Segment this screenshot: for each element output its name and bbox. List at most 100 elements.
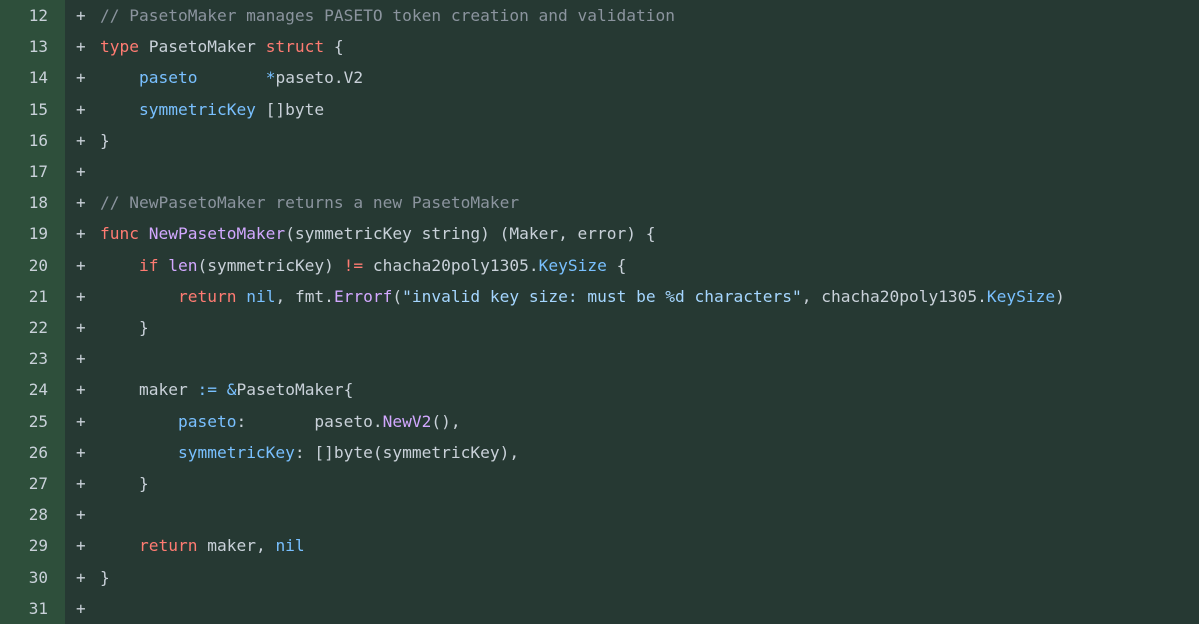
addition-marker: + [76,286,86,306]
code-token: KeySize [538,255,607,275]
diff-line: 15 + symmetricKey []byte [0,94,1199,125]
diff-line: 19 + func NewPasetoMaker(symmetricKey stri… [0,218,1199,249]
code-token: struct [265,37,325,57]
addition-marker: + [76,380,86,400]
code-token: } [100,130,110,150]
diff-line: 22 + } [0,312,1199,343]
code-token: != [343,255,364,275]
line-number: 29 [28,536,48,556]
diff-line: 14 + paseto *paseto.V2 [0,62,1199,93]
diff-line: 23 + [0,343,1199,374]
code-token: type [100,37,139,57]
code-token: * [265,68,276,88]
code-text: } [100,318,149,337]
code-token: & [226,380,237,400]
code-token: ) [1055,286,1065,306]
line-number: 26 [28,442,48,462]
code-token: ( [392,286,403,306]
line-number: 28 [28,505,48,525]
code-token: { [324,37,344,57]
code-token: // NewPasetoMaker returns a new PasetoMa… [100,193,520,213]
addition-marker: + [76,318,86,338]
code-token: PasetoMaker{ [236,380,354,400]
code-token: NewV2 [382,411,432,431]
code-text: paseto: paseto.NewV2(), [100,412,461,431]
code-text: maker := &PasetoMaker{ [100,380,353,399]
code-token: , chacha20poly1305. [801,286,987,306]
addition-marker: + [76,224,86,244]
addition-marker: + [76,536,86,556]
diff-line: 27 + } [0,468,1199,499]
code-text: type PasetoMaker struct { [100,37,344,56]
code-text: symmetricKey []byte [100,100,324,119]
code-token: return [177,286,237,306]
line-number: 19 [28,224,48,244]
line-number: 21 [28,286,48,306]
diff-line: 30 +} [0,562,1199,593]
line-number: 13 [28,37,48,57]
code-token: paseto.V2 [275,68,364,88]
addition-marker: + [76,411,86,431]
diff-line: 21 + return nil, fmt.Errorf("invalid key … [0,281,1199,312]
line-number: 17 [28,162,48,182]
code-text: // PasetoMaker manages PASETO token crea… [100,6,675,25]
code-token: paseto [138,68,198,88]
code-text: paseto *paseto.V2 [100,68,363,87]
code-text: } [100,474,149,493]
line-number: 27 [28,474,48,494]
code-token: nil [246,286,276,306]
code-text: } [100,568,110,587]
code-token: func [100,224,139,244]
code-token: len [168,255,198,275]
addition-marker: + [76,37,86,57]
addition-marker: + [76,349,86,369]
code-token: : paseto. [236,411,383,431]
code-token: maker, [197,536,276,556]
code-token: // PasetoMaker manages PASETO token crea… [100,6,675,26]
code-token: maker [100,380,198,400]
code-token: chacha20poly1305. [363,255,539,275]
code-token: (symmetricKey string) (Maker, error) { [285,224,656,244]
code-text: return maker, nil [100,536,305,555]
diff-line: 17 + [0,156,1199,187]
code-text: func NewPasetoMaker(symmetricKey string)… [100,224,656,243]
line-number: 23 [28,349,48,369]
code-token: if [138,255,159,275]
diff-line: 13 + type PasetoMaker struct { [0,31,1199,62]
diff-line: 29 + return maker, nil [0,530,1199,561]
diff-line: 25 + paseto: paseto.NewV2(), [0,406,1199,437]
addition-marker: + [76,99,86,119]
code-token: (symmetricKey) [197,255,344,275]
code-token: symmetricKey [177,442,295,462]
addition-marker: + [76,130,86,150]
code-token: : []byte(symmetricKey), [294,442,520,462]
code-token: PasetoMaker [138,37,266,57]
code-token: symmetricKey [138,99,256,119]
code-token: paseto [177,411,237,431]
code-token: return [138,536,198,556]
line-number: 18 [28,193,48,213]
code-text: } [100,131,110,150]
addition-marker: + [76,68,86,88]
addition-marker: + [76,442,86,462]
code-token: nil [275,536,305,556]
code-token: , fmt. [275,286,334,306]
addition-marker: + [76,193,86,213]
line-number: 30 [28,567,48,587]
addition-marker: + [76,567,86,587]
code-token: } [100,567,110,587]
addition-marker: + [76,255,86,275]
diff-line: 18 + // NewPasetoMaker returns a new Paset… [0,187,1199,218]
code-text: symmetricKey: []byte(symmetricKey), [100,443,519,462]
line-number: 16 [28,130,48,150]
line-number: 22 [28,318,48,338]
